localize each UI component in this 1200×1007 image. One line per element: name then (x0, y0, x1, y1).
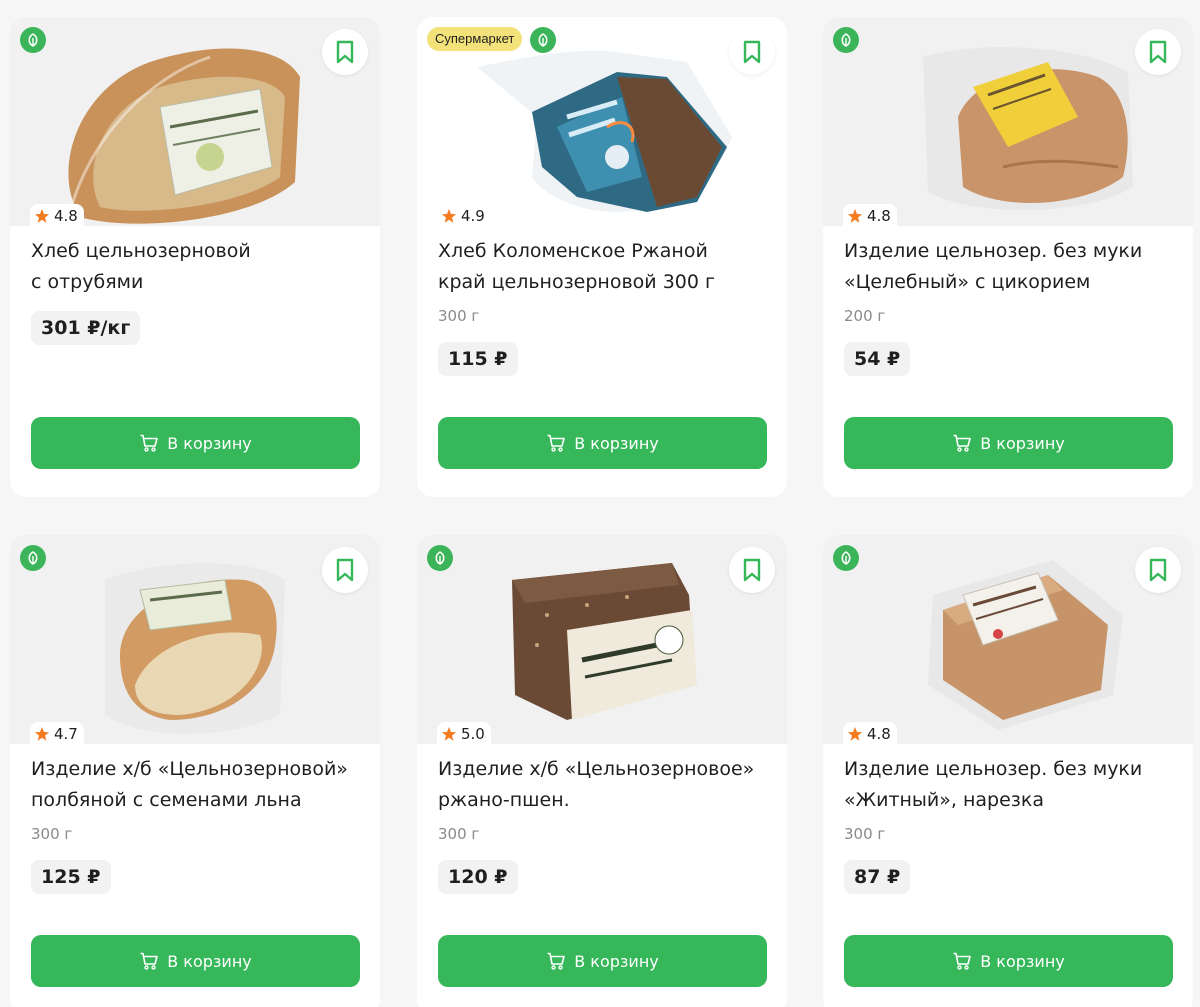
rating-badge: 4.9 (437, 204, 491, 228)
rating-value: 4.8 (54, 207, 78, 225)
bookmark-icon (1149, 558, 1167, 582)
price-tag: 301 ₽/кг (31, 311, 141, 345)
cart-icon (547, 434, 566, 452)
star-icon (848, 209, 862, 223)
supermarket-badge: Супермаркет (427, 27, 523, 51)
cart-button-label: В корзину (167, 951, 252, 971)
cart-button-label: В корзину (574, 433, 659, 453)
rating-value: 4.7 (54, 725, 78, 743)
cart-icon (140, 952, 159, 970)
rating-badge: 4.7 (30, 722, 84, 746)
bookmark-icon (336, 558, 354, 582)
rating-badge: 5.0 (437, 722, 491, 746)
rating-badge: 4.8 (843, 204, 897, 228)
cart-button-label: В корзину (980, 433, 1065, 453)
product-card[interactable]: 4.8 Изделие цельнозер. без муки «Целебны… (823, 17, 1193, 497)
product-card[interactable]: 5.0 Изделие х/б «Цельнозерновое» ржано-п… (417, 535, 787, 1007)
price-tag: 115 ₽ (438, 342, 518, 376)
add-to-cart-button[interactable]: В корзину (31, 417, 360, 469)
rating-badge: 4.8 (843, 722, 897, 746)
add-to-cart-button[interactable]: В корзину (438, 417, 767, 469)
product-weight: 200 г (844, 307, 886, 325)
rating-badge: 4.8 (30, 204, 84, 228)
product-title[interactable]: Изделие х/б «Цельнозерновое» ржано-пшен. (438, 754, 773, 816)
product-title[interactable]: Хлеб Коломенское Ржаной край цельнозерно… (438, 236, 773, 298)
bookmark-icon (743, 558, 761, 582)
bookmark-button[interactable] (729, 547, 775, 593)
cart-icon (953, 434, 972, 452)
title-line: полбяной с семенами льна (31, 789, 302, 811)
rating-value: 5.0 (461, 725, 485, 743)
title-line: «Целебный» с цикорием (844, 271, 1091, 293)
bookmark-button[interactable] (1135, 547, 1181, 593)
product-weight: 300 г (438, 307, 480, 325)
eco-leaf-icon (427, 545, 453, 571)
star-icon (35, 727, 49, 741)
cart-icon (547, 952, 566, 970)
eco-leaf-icon (20, 27, 46, 53)
product-title[interactable]: Изделие х/б «Цельнозерновой» полбяной с … (31, 754, 366, 816)
cart-icon (140, 434, 159, 452)
bookmark-button[interactable] (1135, 29, 1181, 75)
product-card[interactable]: 4.8 Изделие цельнозер. без муки «Житный»… (823, 535, 1193, 1007)
cart-button-label: В корзину (980, 951, 1065, 971)
title-line: Изделие цельнозер. без муки (844, 758, 1143, 780)
bookmark-icon (336, 40, 354, 64)
product-weight: 300 г (31, 825, 73, 843)
title-line: Изделие цельнозер. без муки (844, 240, 1143, 262)
product-card[interactable]: 4.7 Изделие х/б «Цельнозерновой» полбяно… (10, 535, 380, 1007)
add-to-cart-button[interactable]: В корзину (31, 935, 360, 987)
title-line: Хлеб цельнозерновой (31, 240, 251, 262)
title-line: с отрубями (31, 271, 144, 293)
cart-icon (953, 952, 972, 970)
title-line: «Житный», нарезка (844, 789, 1045, 811)
title-line: Изделие х/б «Цельнозерновой» (31, 758, 348, 780)
product-card[interactable]: 4.8 Хлеб цельнозерновой с отрубями 301 ₽… (10, 17, 380, 497)
bookmark-button[interactable] (322, 547, 368, 593)
eco-leaf-icon (833, 27, 859, 53)
star-icon (442, 727, 456, 741)
rating-value: 4.9 (461, 207, 485, 225)
rating-value: 4.8 (867, 207, 891, 225)
title-line: ржано-пшен. (438, 789, 570, 811)
cart-button-label: В корзину (574, 951, 659, 971)
title-line: Изделие х/б «Цельнозерновое» (438, 758, 755, 780)
eco-leaf-icon (20, 545, 46, 571)
price-tag: 54 ₽ (844, 342, 911, 376)
title-line: Хлеб Коломенское Ржаной (438, 240, 708, 262)
eco-leaf-icon (530, 27, 556, 53)
bookmark-icon (743, 40, 761, 64)
bookmark-icon (1149, 40, 1167, 64)
eco-leaf-icon (833, 545, 859, 571)
star-icon (442, 209, 456, 223)
rating-value: 4.8 (867, 725, 891, 743)
product-weight: 300 г (844, 825, 886, 843)
bookmark-button[interactable] (322, 29, 368, 75)
bookmark-button[interactable] (729, 29, 775, 75)
add-to-cart-button[interactable]: В корзину (844, 417, 1173, 469)
cart-button-label: В корзину (167, 433, 252, 453)
title-line: край цельнозерновой 300 г (438, 271, 715, 293)
price-tag: 125 ₽ (31, 860, 111, 894)
add-to-cart-button[interactable]: В корзину (844, 935, 1173, 987)
product-title[interactable]: Изделие цельнозер. без муки «Житный», на… (844, 754, 1179, 816)
product-title[interactable]: Хлеб цельнозерновой с отрубями (31, 236, 366, 298)
add-to-cart-button[interactable]: В корзину (438, 935, 767, 987)
price-tag: 120 ₽ (438, 860, 518, 894)
star-icon (848, 727, 862, 741)
product-card[interactable]: Супермаркет 4.9 Хлеб Коломенское Ржаной … (417, 17, 787, 497)
product-title[interactable]: Изделие цельнозер. без муки «Целебный» с… (844, 236, 1179, 298)
star-icon (35, 209, 49, 223)
price-tag: 87 ₽ (844, 860, 911, 894)
product-weight: 300 г (438, 825, 480, 843)
